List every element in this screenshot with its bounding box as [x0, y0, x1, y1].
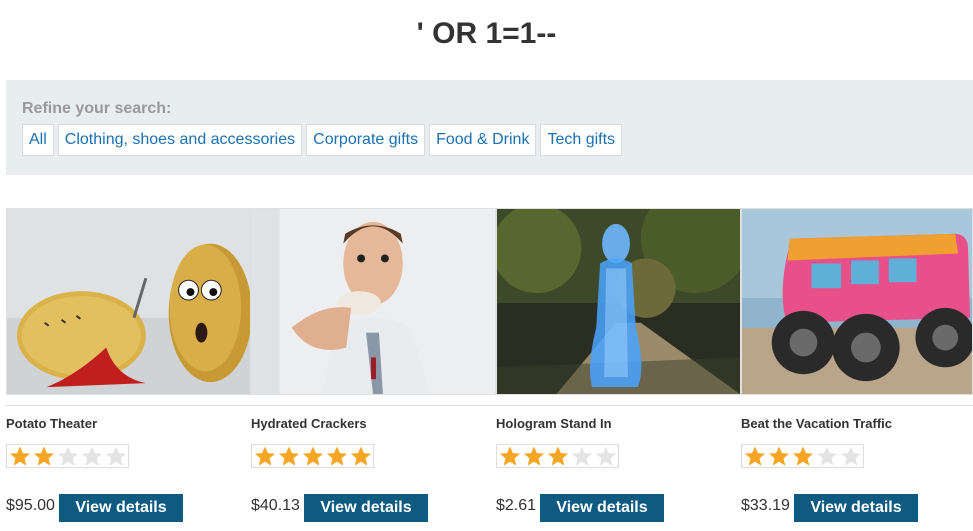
star-filled-icon: [499, 446, 521, 466]
star-filled-icon: [523, 446, 545, 466]
product-card: Hydrated Crackers $40.13 View details: [245, 207, 496, 531]
star-rating: [496, 444, 619, 468]
product-name: Beat the Vacation Traffic: [741, 416, 892, 431]
divider: [6, 405, 251, 406]
refine-label: Refine your search:: [22, 100, 172, 117]
view-details-button[interactable]: View details: [304, 494, 428, 522]
star-empty-icon: [595, 446, 617, 466]
product-name: Potato Theater: [6, 416, 98, 431]
star-filled-icon: [744, 446, 766, 466]
divider: [251, 405, 496, 406]
product-image-potato-theater[interactable]: [6, 208, 251, 395]
star-empty-icon: [57, 446, 79, 466]
product-image-hydrated-crackers[interactable]: [251, 208, 496, 395]
star-empty-icon: [105, 446, 127, 466]
product-price: $2.61: [496, 497, 537, 514]
filter-corporate-gifts[interactable]: Corporate gifts: [306, 124, 426, 156]
product-price: $40.13: [251, 497, 300, 514]
star-filled-icon: [302, 446, 324, 466]
star-empty-icon: [81, 446, 103, 466]
star-filled-icon: [350, 446, 372, 466]
star-filled-icon: [9, 446, 31, 466]
filter-food-drink[interactable]: Food & Drink: [429, 124, 537, 156]
star-empty-icon: [816, 446, 838, 466]
product-price: $33.19: [741, 497, 790, 514]
product-card: Beat the Vacation Traffic $33.19 View de…: [735, 207, 973, 531]
star-filled-icon: [33, 446, 55, 466]
filter-clothing[interactable]: Clothing, shoes and accessories: [57, 124, 303, 156]
view-details-button[interactable]: View details: [794, 494, 918, 522]
product-name: Hydrated Crackers: [251, 416, 367, 431]
view-details-button[interactable]: View details: [59, 494, 183, 522]
page-title: ' OR 1=1--: [416, 17, 557, 50]
star-rating: [251, 444, 374, 468]
product-image-beat-the-vacation-traffic[interactable]: [741, 208, 973, 395]
star-empty-icon: [840, 446, 862, 466]
product-image-hologram-stand-in[interactable]: [496, 208, 741, 395]
star-filled-icon: [547, 446, 569, 466]
star-rating: [741, 444, 864, 468]
product-price: $95.00: [6, 497, 55, 514]
filter-all[interactable]: All: [22, 124, 54, 156]
star-filled-icon: [254, 446, 276, 466]
star-filled-icon: [326, 446, 348, 466]
divider: [496, 405, 741, 406]
star-filled-icon: [768, 446, 790, 466]
product-card: Potato Theater $95.00 View details: [0, 207, 251, 531]
star-rating: [6, 444, 129, 468]
category-filters: All Clothing, shoes and accessories Corp…: [22, 124, 623, 156]
divider: [741, 405, 973, 406]
product-grid: Potato Theater $95.00 View details Hydra…: [0, 207, 973, 531]
filter-tech-gifts[interactable]: Tech gifts: [540, 124, 623, 156]
star-filled-icon: [278, 446, 300, 466]
star-filled-icon: [792, 446, 814, 466]
star-empty-icon: [571, 446, 593, 466]
view-details-button[interactable]: View details: [540, 494, 664, 522]
refine-search-panel: Refine your search: All Clothing, shoes …: [6, 80, 973, 175]
product-name: Hologram Stand In: [496, 416, 612, 431]
product-card: Hologram Stand In $2.61 View details: [490, 207, 741, 531]
